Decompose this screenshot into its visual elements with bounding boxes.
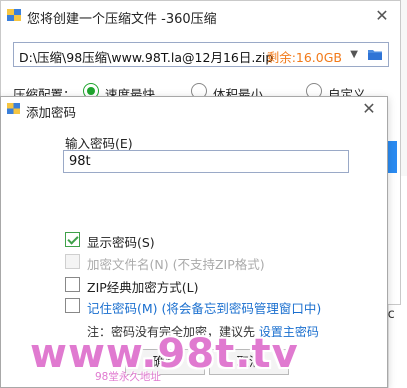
dialog-title: 您将创建一个压缩文件 -360压缩 [27, 12, 217, 27]
archive-app-icon [7, 9, 21, 21]
password-input[interactable]: 98t [63, 150, 349, 173]
dialog-titlebar: 您将创建一个压缩文件 -360压缩 ✕ [1, 1, 400, 31]
encrypt-filenames-label: 加密文件名(N) (不支持ZIP格式) [87, 257, 265, 272]
remember-password-label[interactable]: 记住密码(M) (将会备忘到密码管理窗口中) [87, 298, 321, 317]
archive-path-text: D:\压缩\98压缩\www.98T.la@12月16日.zip [19, 50, 274, 65]
chevron-down-icon[interactable]: ▼ [350, 49, 358, 60]
free-space-label: 剩余:16.0GB [266, 50, 342, 65]
password-input-value: 98t [69, 154, 91, 169]
archive-path-field[interactable]: D:\压缩\98压缩\www.98T.la@12月16日.zip 剩余:16.0… [13, 42, 389, 67]
watermark-subtext: 98堂永久地址 [95, 371, 161, 383]
remember-password-checkbox[interactable] [65, 298, 80, 313]
folder-icon[interactable] [368, 49, 382, 60]
zip-classic-encryption-checkbox[interactable] [65, 277, 80, 292]
dialog-titlebar: 添加密码 ✕ [1, 97, 387, 123]
encrypt-filenames-checkbox [65, 254, 80, 269]
zip-classic-encryption-label: ZIP经典加密方式(L) [87, 280, 199, 295]
archive-app-icon [7, 103, 20, 114]
show-password-checkbox[interactable] [65, 232, 80, 247]
close-icon[interactable]: ✕ [359, 99, 379, 119]
close-icon[interactable]: ✕ [372, 6, 392, 26]
dialog-title: 添加密码 [26, 105, 77, 120]
show-password-label: 显示密码(S) [87, 235, 155, 250]
watermark-text: www.98t.tv [30, 331, 299, 377]
